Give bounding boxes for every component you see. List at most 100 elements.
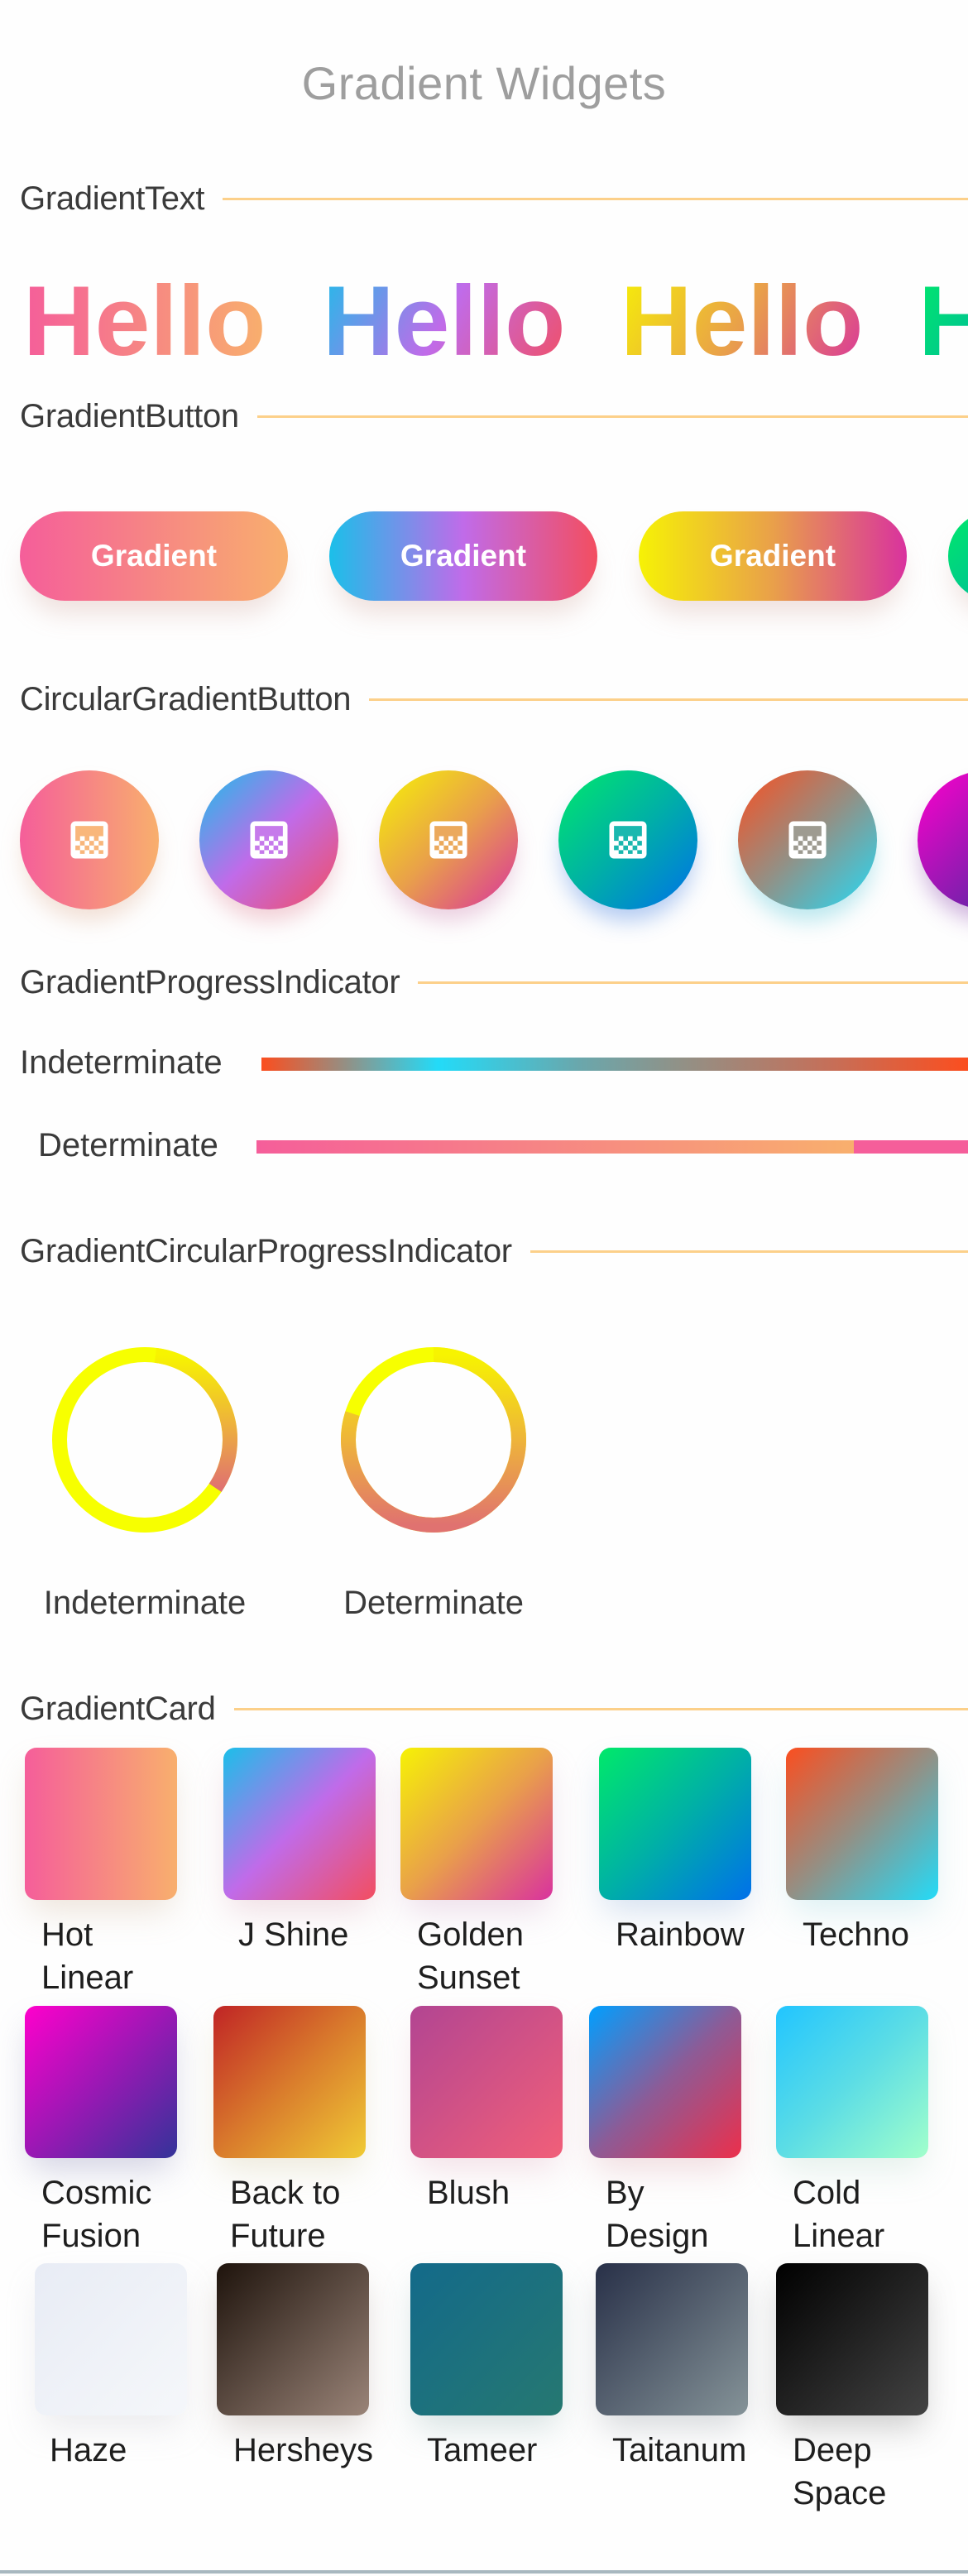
card-label-line: Hersheys: [233, 2432, 373, 2468]
card-label-line: Tameer: [427, 2432, 538, 2468]
section-divider: [418, 981, 968, 984]
indeterminate-circular-progress: [52, 1347, 237, 1533]
card-label-line: Blush: [427, 2175, 510, 2211]
gradient-card-deep-space[interactable]: [776, 2263, 928, 2415]
card-label-line: Taitanum: [612, 2432, 747, 2468]
section-label: GradientProgressIndicator: [20, 963, 400, 1000]
gradient-card-back-to-future[interactable]: [213, 2006, 366, 2158]
circular-determinate-label: Determinate: [343, 1585, 524, 1621]
gradient-card-label: Rainbow: [616, 1913, 781, 1956]
determinate-progress-bar: [256, 1140, 968, 1154]
gradient-button-label: Gradient: [400, 539, 527, 573]
circular-gradient-button-j-shine[interactable]: [199, 770, 338, 909]
gradient-icon: [965, 818, 968, 862]
circular-gradient-button-techno[interactable]: [738, 770, 877, 909]
card-label-line: Design: [606, 2218, 709, 2254]
section-divider: [530, 1250, 968, 1253]
card-label-line: Cold: [793, 2175, 861, 2211]
gradient-button-golden-sunset[interactable]: Gradient: [639, 511, 907, 601]
gradient-card-hersheys[interactable]: [217, 2263, 369, 2415]
gradient-button-rainbow[interactable]: Gradient: [948, 511, 968, 601]
gradient-icon: [67, 818, 112, 862]
gradient-card-by-design[interactable]: [589, 2006, 741, 2158]
indeterminate-progress-bar: [261, 1058, 968, 1071]
card-label-line: Fusion: [41, 2218, 141, 2254]
gradient-card-label: Blush: [427, 2171, 592, 2214]
card-label-line: Sunset: [417, 1960, 520, 1996]
bottom-divider: [0, 2570, 968, 2574]
page-title: Gradient Widgets: [301, 57, 667, 109]
section-header-gradient-button: GradientButton: [20, 396, 968, 437]
gradient-text-rainbow: Hello: [918, 263, 968, 379]
gradient-card-label: Taitanum: [612, 2429, 778, 2472]
gradient-text-hot-linear: Hello: [23, 263, 266, 379]
gradient-icon: [606, 818, 650, 862]
gradient-card-label: Deep Space: [793, 2429, 958, 2515]
gradient-icon: [785, 818, 830, 862]
gradient-card-label: Cold Linear: [793, 2171, 958, 2257]
section-divider: [256, 415, 968, 418]
gradient-card-label: J Shine: [238, 1913, 404, 1956]
determinate-circular-progress: [341, 1347, 526, 1533]
circular-progress-arc: [154, 1347, 237, 1492]
section-label: GradientCard: [20, 1690, 216, 1727]
gradient-card-tameer[interactable]: [410, 2263, 563, 2415]
section-header-gradient-circular-progress: GradientCircularProgressIndicator: [20, 1230, 968, 1272]
circular-indeterminate-label: Indeterminate: [43, 1585, 247, 1621]
gradient-card-label: Golden Sunset: [417, 1913, 582, 1999]
gradient-card-techno[interactable]: [786, 1748, 938, 1900]
circular-gradient-button-hot-linear[interactable]: [20, 770, 159, 909]
section-divider: [223, 197, 968, 200]
gradient-card-label: Haze: [50, 2429, 215, 2472]
card-label-line: Hot: [41, 1916, 93, 1953]
section-header-gradient-card: GradientCard: [20, 1688, 968, 1729]
indeterminate-progress-label: Indeterminate: [20, 1044, 223, 1081]
gradient-card-label: Techno: [803, 1913, 968, 1956]
card-label-line: Rainbow: [616, 1916, 745, 1953]
section-divider: [369, 698, 968, 701]
gradient-card-taitanum[interactable]: [596, 2263, 748, 2415]
gradient-icon: [247, 818, 291, 862]
card-label-line: J Shine: [238, 1916, 349, 1953]
determinate-progress-fill: [256, 1140, 855, 1154]
gradient-card-label: Cosmic Fusion: [41, 2171, 207, 2257]
gradient-card-haze[interactable]: [35, 2263, 187, 2415]
gradient-card-label: By Design: [606, 2171, 771, 2257]
section-header-gradient-progress: GradientProgressIndicator: [20, 962, 968, 1003]
circular-gradient-button-rainbow[interactable]: [558, 770, 697, 909]
card-label-line: Haze: [50, 2432, 127, 2468]
gradient-card-rainbow[interactable]: [599, 1748, 751, 1900]
gradient-card-label: Hot Linear: [41, 1913, 207, 1999]
section-label: GradientText: [20, 180, 205, 217]
card-label-line: Space: [793, 2475, 887, 2511]
circular-gradient-button-golden-sunset[interactable]: [379, 770, 518, 909]
card-label-line: Linear: [41, 1960, 134, 1996]
card-label-line: Golden: [417, 1916, 524, 1953]
gradient-card-blush[interactable]: [410, 2006, 563, 2158]
card-label-line: Cosmic: [41, 2175, 152, 2211]
gradient-text-golden-sunset: Hello: [621, 263, 863, 379]
gradient-card-cold-linear[interactable]: [776, 2006, 928, 2158]
gradient-icon: [426, 818, 471, 862]
section-label: CircularGradientButton: [20, 680, 352, 717]
section-header-gradient-text: GradientText: [20, 178, 968, 219]
gradient-button-hot-linear[interactable]: Gradient: [20, 511, 288, 601]
gradient-card-label: Hersheys: [233, 2429, 399, 2472]
card-label-line: Back to: [230, 2175, 341, 2211]
circular-progress-svg: [52, 1347, 526, 1533]
gradient-card-golden-sunset[interactable]: [400, 1748, 553, 1900]
section-divider: [233, 1707, 968, 1710]
gradient-card-label: Back to Future: [230, 2171, 395, 2257]
gradient-text-j-shine: Hello: [323, 263, 565, 379]
circular-gradient-button-cosmic-fusion[interactable]: [918, 770, 968, 909]
section-header-circular-gradient-button: CircularGradientButton: [20, 679, 968, 720]
gradient-card-hot-linear[interactable]: [25, 1748, 177, 1900]
gradient-button-label: Gradient: [90, 539, 218, 573]
card-label-line: Deep: [793, 2432, 872, 2468]
section-label: GradientButton: [20, 397, 239, 434]
determinate-progress-label: Determinate: [38, 1127, 218, 1163]
gradient-card-cosmic-fusion[interactable]: [25, 2006, 177, 2158]
gradient-card-j-shine[interactable]: [223, 1748, 376, 1900]
card-label-line: Future: [230, 2218, 326, 2254]
gradient-button-j-shine[interactable]: Gradient: [329, 511, 597, 601]
